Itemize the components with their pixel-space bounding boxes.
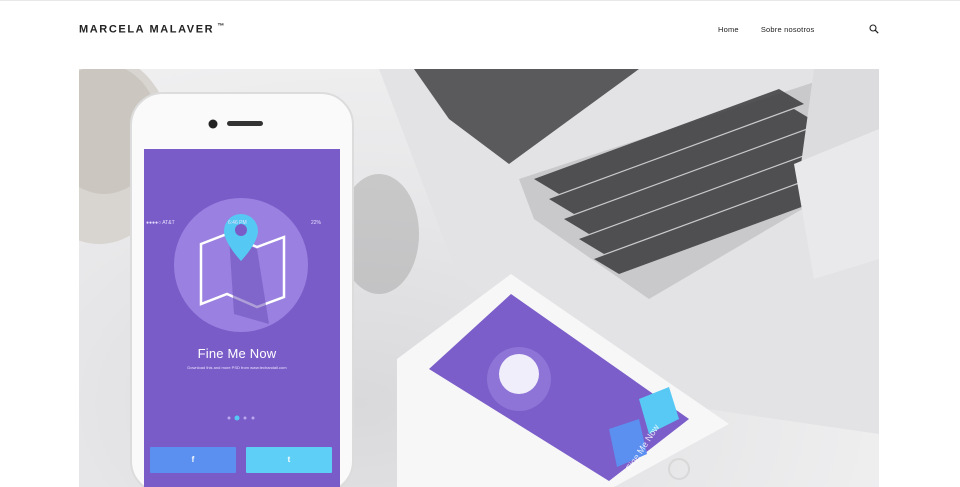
nav-home-link[interactable]: Home — [718, 25, 739, 34]
main-nav: Home Sobre nosotros — [718, 25, 814, 34]
phone-time: 6:46 PM — [228, 220, 247, 226]
trademark-symbol: ™ — [217, 23, 225, 30]
phone-battery: 22% — [311, 220, 322, 226]
hero-image: ●●●●○ AT&T 6:46 PM 22% f t Fine Me Now — [79, 69, 879, 487]
site-title[interactable]: MARCELA MALAVER ™ — [79, 23, 224, 36]
twitter-icon: t — [287, 455, 291, 464]
nav-sobre-nosotros-link[interactable]: Sobre nosotros — [761, 25, 815, 34]
facebook-icon: f — [191, 455, 195, 464]
search-icon[interactable] — [869, 24, 879, 34]
front-phone — [130, 92, 354, 487]
top-border — [0, 0, 960, 1]
app-title: Fine Me Now — [197, 346, 277, 361]
hero-illustration — [79, 69, 879, 487]
app-subtitle: Download this and more PSD from www.tech… — [187, 365, 287, 370]
site-title-text[interactable]: MARCELA MALAVER — [79, 24, 214, 36]
phone-carrier: ●●●●○ AT&T — [146, 220, 175, 226]
